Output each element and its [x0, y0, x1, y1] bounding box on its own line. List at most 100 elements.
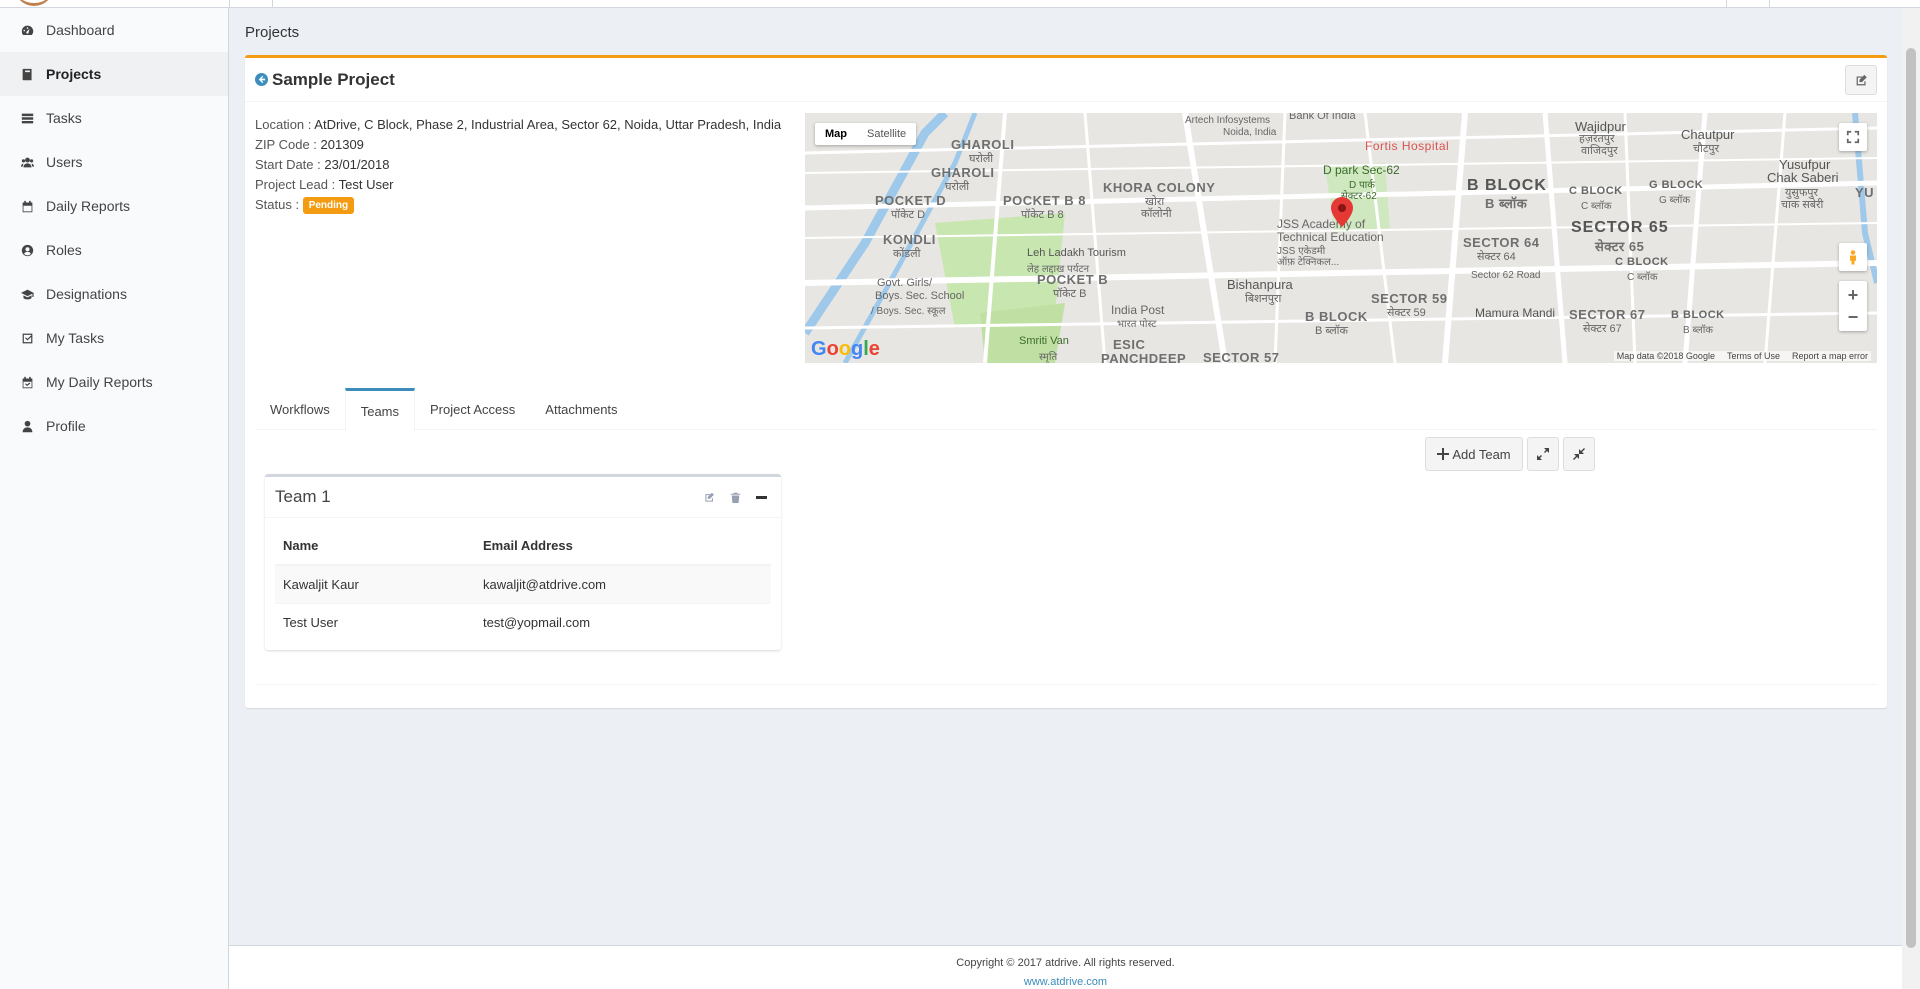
book-icon	[20, 67, 34, 81]
map-label: G ब्लॉक	[1659, 195, 1691, 206]
tab-teams[interactable]: Teams	[344, 388, 416, 431]
expand-all-button[interactable]	[1527, 437, 1559, 471]
map-label: सेक्टर 64	[1477, 251, 1516, 263]
map-label: B ब्लॉक	[1485, 196, 1528, 211]
page-scrollbar[interactable]	[1902, 8, 1920, 989]
map-label: / Boys. Sec. स्कूल	[871, 306, 946, 317]
map-label: चौटपुर	[1693, 143, 1720, 155]
zoom-in-button[interactable]: +	[1848, 284, 1859, 306]
map-type-satellite-button[interactable]: Satellite	[857, 123, 916, 145]
map-label: GHAROLI	[931, 165, 995, 180]
back-arrow-icon[interactable]	[255, 73, 268, 86]
sidebar-item-daily-reports[interactable]: Daily Reports	[0, 184, 228, 228]
fullscreen-button[interactable]	[1839, 123, 1867, 151]
street-view-pegman[interactable]	[1839, 243, 1867, 271]
map-label: SECTOR 57	[1203, 350, 1280, 363]
map-label: B BLOCK	[1671, 309, 1725, 321]
sidebar-item-label: Daily Reports	[46, 198, 131, 214]
add-team-label: Add Team	[1452, 446, 1511, 462]
member-name: Test User	[275, 602, 475, 641]
map-label: Boys. Sec. School	[875, 290, 965, 302]
tab-project-access[interactable]: Project Access	[415, 388, 530, 430]
map-label: ऑफ़ टेक्निकल...	[1277, 257, 1340, 268]
map-label: पॉकेट B	[1053, 288, 1087, 300]
sidebar-item-users[interactable]: Users	[0, 140, 228, 184]
logo	[14, 0, 54, 6]
footer-website-link[interactable]: www.atdrive.com	[1024, 976, 1107, 988]
map-label: Noida, India	[1223, 127, 1277, 138]
collapse-team-button[interactable]	[753, 489, 769, 505]
map-label: कोंडली	[893, 248, 921, 260]
location-label: Location :	[255, 117, 312, 132]
map-label: Chak Saberi	[1767, 170, 1839, 185]
sidebar-item-tasks[interactable]: Tasks	[0, 96, 228, 140]
collapse-all-button[interactable]	[1563, 437, 1595, 471]
edit-team-button[interactable]	[701, 489, 717, 505]
sidebar-item-designations[interactable]: Designations	[0, 272, 228, 316]
add-team-button[interactable]: Add Team	[1425, 437, 1523, 471]
map-label: Technical Education	[1277, 230, 1384, 244]
map-label: B BLOCK	[1467, 177, 1547, 194]
sidebar-item-label: Dashboard	[46, 22, 115, 38]
map-label: चाक सबेरी	[1781, 199, 1824, 211]
map-label: Chautpur	[1681, 127, 1735, 142]
map-label: B ब्लॉक	[1315, 325, 1348, 337]
map-label: पॉकेट B 8	[1021, 209, 1064, 221]
tasks-icon	[20, 111, 34, 125]
tab-attachments[interactable]: Attachments	[530, 388, 632, 430]
page-breadcrumb: Projects	[245, 24, 300, 41]
map-label: B ब्लॉक	[1683, 325, 1713, 336]
map-terms-link[interactable]: Terms of Use	[1727, 351, 1780, 361]
team-tools	[701, 489, 769, 505]
sidebar-item-label: My Tasks	[46, 330, 105, 346]
member-email: test@yopmail.com	[475, 602, 771, 641]
map-label: G BLOCK	[1649, 179, 1704, 191]
map-label: SECTOR 59	[1371, 291, 1448, 306]
map-label: GHAROLI	[951, 137, 1015, 152]
sidebar-item-label: Profile	[46, 418, 86, 434]
sidebar-item-my-daily-reports[interactable]: My Daily Reports	[0, 360, 228, 404]
sidebar-item-dashboard[interactable]: Dashboard	[0, 8, 228, 52]
top-navbar	[0, 0, 1920, 8]
user-circle-icon	[20, 243, 34, 257]
zoom-out-button[interactable]: −	[1848, 306, 1859, 328]
tab-workflows[interactable]: Workflows	[255, 388, 345, 430]
page-title: Sample Project	[272, 69, 395, 89]
map-report-link[interactable]: Report a map error	[1792, 351, 1868, 361]
location-map[interactable]: GHAROLI घरोली GHAROLI घरोली POCKET D पॉक…	[805, 113, 1877, 363]
edit-icon	[1856, 74, 1867, 85]
column-header-email: Email Address	[475, 527, 771, 566]
map-label: Smriti Van	[1019, 335, 1069, 347]
team-card: Team 1 Name Email Address Kawaljit Kaur …	[265, 474, 781, 650]
graduation-cap-icon	[20, 287, 34, 301]
edit-project-button[interactable]	[1845, 65, 1877, 95]
teams-tab-pane: Add Team Team 1 Name Email Address Kawal…	[255, 430, 1877, 685]
map-label: Govt. Girls/	[877, 277, 933, 289]
map-type-map-button[interactable]: Map	[815, 123, 857, 145]
sidebar-item-label: Projects	[46, 66, 102, 82]
location-pin-icon[interactable]	[1331, 197, 1353, 227]
map-label: D park Sec-62	[1323, 163, 1400, 177]
map-label: Bishanpura	[1227, 277, 1293, 292]
navbar-divider	[272, 0, 273, 8]
map-label: Leh Ladakh Tourism	[1027, 247, 1126, 259]
map-label: सेक्टर 59	[1387, 307, 1426, 319]
scrollbar-thumb[interactable]	[1906, 48, 1916, 948]
zip-label: ZIP Code :	[255, 137, 317, 152]
sidebar-item-label: My Daily Reports	[46, 374, 153, 390]
table-header-row: Name Email Address	[275, 527, 771, 566]
map-label: वाजिदपुर	[1581, 145, 1618, 157]
map-label: बिशनपुरा	[1245, 293, 1282, 305]
sidebar-item-my-tasks[interactable]: My Tasks	[0, 316, 228, 360]
navbar-divider	[1769, 0, 1770, 8]
map-label: SECTOR 65	[1571, 219, 1669, 236]
sidebar-item-roles[interactable]: Roles	[0, 228, 228, 272]
calendar-check-icon	[20, 375, 34, 389]
sidebar-item-profile[interactable]: Profile	[0, 404, 228, 448]
delete-team-button[interactable]	[727, 489, 743, 505]
map-label: C BLOCK	[1615, 256, 1669, 268]
sidebar-item-projects[interactable]: Projects	[0, 52, 228, 96]
users-icon	[20, 155, 34, 169]
map-label: KONDLI	[883, 232, 936, 247]
trash-icon	[730, 492, 740, 503]
